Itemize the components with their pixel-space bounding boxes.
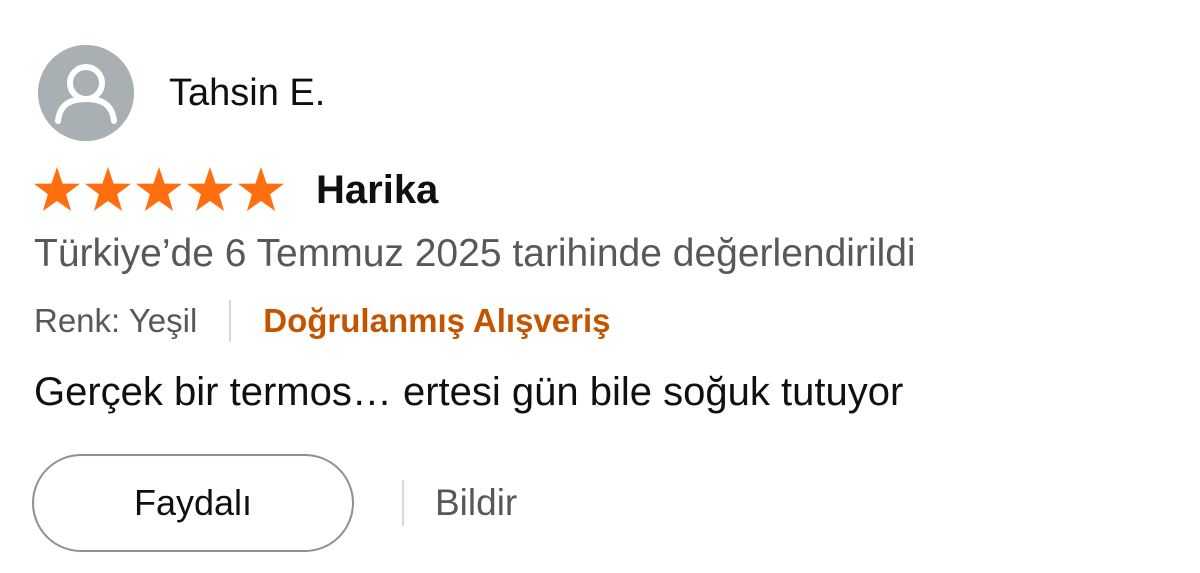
filled-star-icon [84, 167, 132, 213]
review-body: Gerçek bir termos… ertesi gün bile soğuk… [34, 370, 904, 414]
report-link[interactable]: Bildir [435, 482, 517, 524]
helpful-button[interactable]: Faydalı [32, 454, 354, 552]
reviewer-profile[interactable]: Tahsin E. [38, 45, 325, 141]
review-title[interactable]: Harika [316, 168, 438, 213]
actions-divider [402, 480, 404, 526]
customer-review: Tahsin E. Harika Türkiye’de 6 Temmuz 202… [0, 0, 1200, 573]
filled-star-icon [33, 167, 81, 213]
product-variant[interactable]: Renk: Yeşil [34, 302, 197, 340]
meta-divider [229, 300, 232, 342]
review-date: Türkiye’de 6 Temmuz 2025 tarihinde değer… [34, 232, 916, 275]
review-meta: Renk: Yeşil Doğrulanmış Alışveriş [34, 298, 611, 344]
verified-purchase-badge: Doğrulanmış Alışveriş [263, 302, 611, 339]
reviewer-name[interactable]: Tahsin E. [169, 72, 325, 115]
filled-star-icon [186, 167, 234, 213]
star-rating[interactable] [33, 167, 285, 213]
rating-and-title: Harika [33, 162, 438, 218]
review-actions: Faydalı Bildir [32, 452, 517, 554]
filled-star-icon [135, 167, 183, 213]
filled-star-icon [237, 167, 285, 213]
default-user-avatar-icon [38, 45, 134, 141]
